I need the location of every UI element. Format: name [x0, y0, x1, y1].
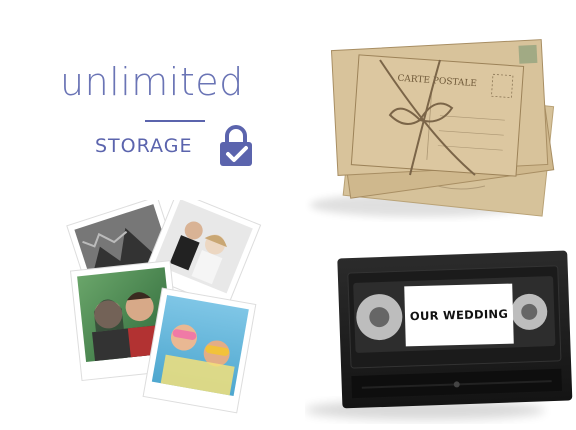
vintage-letters-bundle: CARTE POSTALE [310, 39, 555, 217]
logo-subtitle: STORAGE [95, 135, 193, 157]
vhs-label-text: OUR WEDDING [409, 306, 509, 324]
logo-wordmark: unlimited [60, 60, 244, 104]
lock-check-icon [220, 125, 252, 166]
logo-divider [145, 120, 205, 122]
hero-collage: unlimited STORAGE CARTE POSTALE OUR WEDD… [0, 0, 576, 430]
vhs-label: OUR WEDDING [404, 283, 514, 347]
photo-prints-stack [66, 200, 262, 414]
unlimited-storage-logo: unlimited STORAGE [50, 60, 260, 180]
